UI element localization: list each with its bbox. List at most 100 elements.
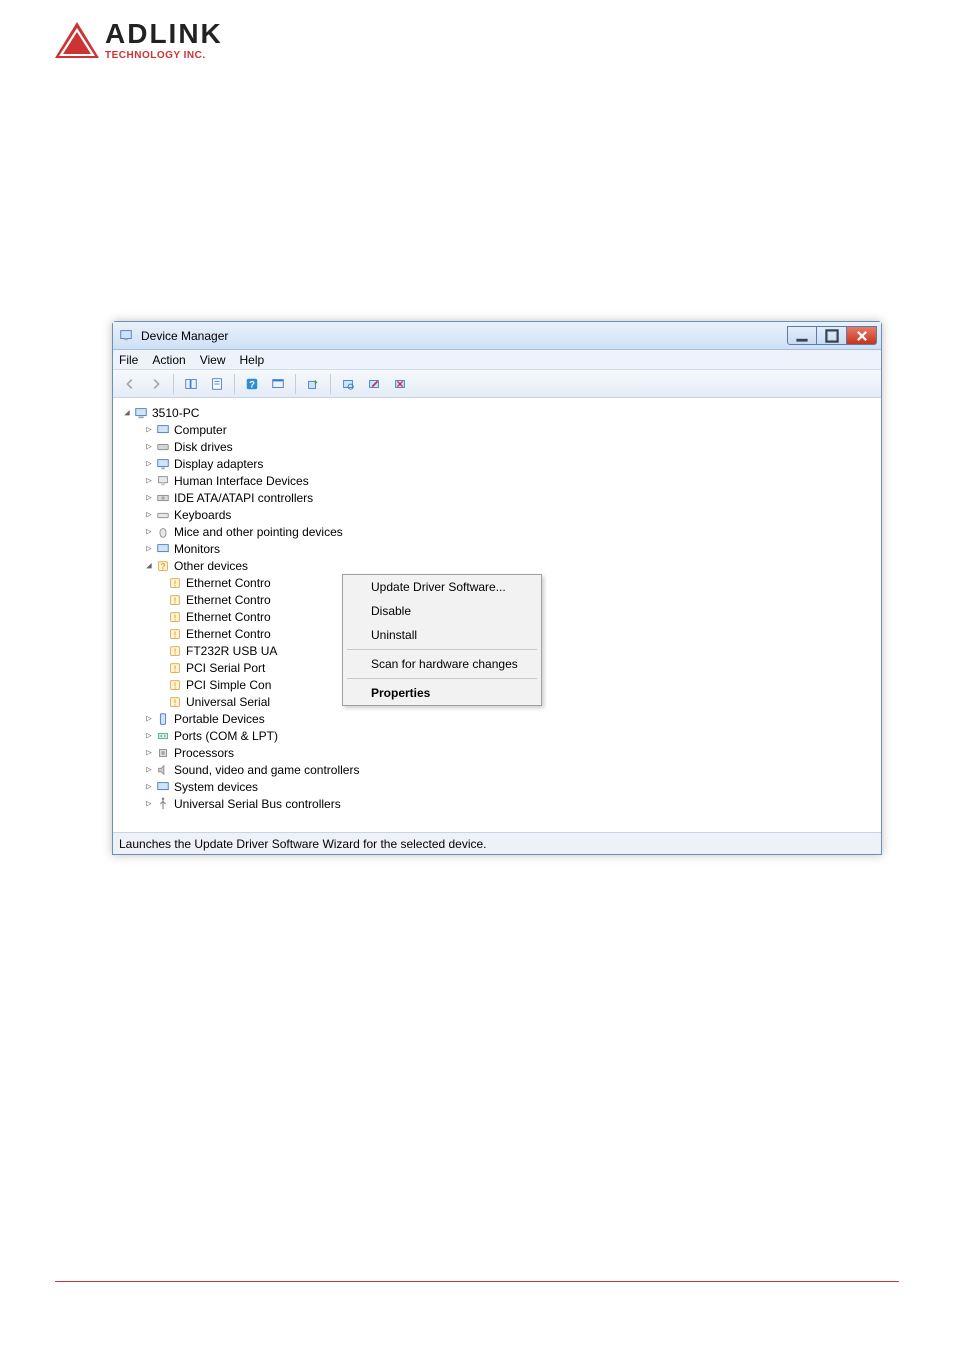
page-logo: ADLINK TECHNOLOGY INC. xyxy=(0,0,954,61)
tree-category-mice[interactable]: ▷ Mice and other pointing devices xyxy=(117,523,877,540)
tree-category-ide[interactable]: ▷ IDE ATA/ATAPI controllers xyxy=(117,489,877,506)
toolbar-separator xyxy=(234,374,235,394)
context-menu: Update Driver Software... Disable Uninst… xyxy=(342,574,542,706)
expand-icon[interactable]: ▷ xyxy=(143,510,155,520)
tree-category-portable[interactable]: ▷ Portable Devices xyxy=(117,710,877,727)
svg-text:!: ! xyxy=(174,647,177,656)
processor-icon xyxy=(155,745,171,761)
sound-icon xyxy=(155,762,171,778)
logo-subtitle: TECHNOLOGY INC. xyxy=(105,50,223,61)
menu-view[interactable]: View xyxy=(200,353,226,367)
uninstall-button[interactable] xyxy=(389,373,411,395)
toolbar-separator xyxy=(295,374,296,394)
page-footer-rule xyxy=(55,1281,899,1282)
tree-category-hid[interactable]: ▷ Human Interface Devices xyxy=(117,472,877,489)
tree-category-sound[interactable]: ▷ Sound, video and game controllers xyxy=(117,761,877,778)
svg-text:?: ? xyxy=(160,561,165,571)
help-button[interactable]: ? xyxy=(241,373,263,395)
unknown-device-icon: ! xyxy=(167,575,183,591)
expand-icon[interactable]: ◢ xyxy=(121,408,133,418)
expand-icon[interactable]: ▷ xyxy=(143,731,155,741)
expand-icon[interactable]: ▷ xyxy=(143,459,155,469)
menu-disable[interactable]: Disable xyxy=(343,599,541,623)
expand-icon[interactable]: ▷ xyxy=(143,799,155,809)
window-title: Device Manager xyxy=(141,329,787,343)
tree-category-monitors[interactable]: ▷ Monitors xyxy=(117,540,877,557)
ide-icon xyxy=(155,490,171,506)
unknown-device-icon: ! xyxy=(167,677,183,693)
unknown-device-icon: ! xyxy=(167,694,183,710)
logo-title: ADLINK xyxy=(105,18,223,50)
usb-icon xyxy=(155,796,171,812)
expand-icon[interactable]: ▷ xyxy=(143,442,155,452)
menu-uninstall[interactable]: Uninstall xyxy=(343,623,541,647)
tree-category-keyboards[interactable]: ▷ Keyboards xyxy=(117,506,877,523)
mouse-icon xyxy=(155,524,171,540)
tree-category-ports[interactable]: ▷ Ports (COM & LPT) xyxy=(117,727,877,744)
device-manager-window: Device Manager File Action View Help ? xyxy=(112,321,882,855)
forward-button[interactable] xyxy=(145,373,167,395)
scan-hardware-button[interactable] xyxy=(337,373,359,395)
hid-icon xyxy=(155,473,171,489)
device-tree[interactable]: ◢ 3510-PC ▷ Computer ▷ Disk drives ▷ Dis… xyxy=(113,398,881,832)
unknown-device-icon: ! xyxy=(167,660,183,676)
expand-icon[interactable]: ▷ xyxy=(143,782,155,792)
close-button[interactable] xyxy=(847,326,877,345)
expand-icon[interactable]: ▷ xyxy=(143,544,155,554)
toolbar-separator xyxy=(330,374,331,394)
svg-text:?: ? xyxy=(249,379,255,390)
minimize-button[interactable] xyxy=(787,326,817,345)
maximize-button[interactable] xyxy=(817,326,847,345)
menu-action[interactable]: Action xyxy=(152,353,185,367)
unknown-device-icon: ! xyxy=(167,592,183,608)
expand-icon[interactable]: ▷ xyxy=(143,765,155,775)
expand-icon[interactable]: ▷ xyxy=(143,493,155,503)
status-text: Launches the Update Driver Software Wiza… xyxy=(119,837,487,851)
menu-help[interactable]: Help xyxy=(240,353,265,367)
tree-category-usb[interactable]: ▷ Universal Serial Bus controllers xyxy=(117,795,877,812)
display-icon xyxy=(155,456,171,472)
menu-separator xyxy=(347,649,537,650)
menu-properties[interactable]: Properties xyxy=(343,681,541,705)
unknown-device-icon: ! xyxy=(167,643,183,659)
portable-icon xyxy=(155,711,171,727)
tree-category-other[interactable]: ◢ ? Other devices xyxy=(117,557,877,574)
menu-update-driver[interactable]: Update Driver Software... xyxy=(343,575,541,599)
tree-category-processors[interactable]: ▷ Processors xyxy=(117,744,877,761)
update-driver-button[interactable] xyxy=(302,373,324,395)
other-devices-icon: ? xyxy=(155,558,171,574)
tree-category-system[interactable]: ▷ System devices xyxy=(117,778,877,795)
menu-scan-hardware[interactable]: Scan for hardware changes xyxy=(343,652,541,676)
expand-icon[interactable]: ▷ xyxy=(143,527,155,537)
keyboard-icon xyxy=(155,507,171,523)
tree-category-display[interactable]: ▷ Display adapters xyxy=(117,455,877,472)
properties-button[interactable] xyxy=(206,373,228,395)
unknown-device-icon: ! xyxy=(167,609,183,625)
collapse-icon[interactable]: ◢ xyxy=(143,561,155,571)
tree-root[interactable]: ◢ 3510-PC xyxy=(117,404,877,421)
svg-text:!: ! xyxy=(174,664,177,673)
titlebar[interactable]: Device Manager xyxy=(113,322,881,350)
computer-icon xyxy=(133,405,149,421)
logo-icon xyxy=(55,22,99,58)
view-button[interactable] xyxy=(267,373,289,395)
app-icon xyxy=(119,328,135,344)
monitor-icon xyxy=(155,541,171,557)
toolbar-separator xyxy=(173,374,174,394)
back-button[interactable] xyxy=(119,373,141,395)
tree-category-computer[interactable]: ▷ Computer xyxy=(117,421,877,438)
svg-text:!: ! xyxy=(174,613,177,622)
menu-file[interactable]: File xyxy=(119,353,138,367)
unknown-device-icon: ! xyxy=(167,626,183,642)
disk-icon xyxy=(155,439,171,455)
svg-text:!: ! xyxy=(174,681,177,690)
show-hide-console-button[interactable] xyxy=(180,373,202,395)
expand-icon[interactable]: ▷ xyxy=(143,748,155,758)
toolbar: ? xyxy=(113,370,881,398)
tree-category-disk[interactable]: ▷ Disk drives xyxy=(117,438,877,455)
expand-icon[interactable]: ▷ xyxy=(143,425,155,435)
expand-icon[interactable]: ▷ xyxy=(143,476,155,486)
disable-button[interactable] xyxy=(363,373,385,395)
expand-icon[interactable]: ▷ xyxy=(143,714,155,724)
svg-text:!: ! xyxy=(174,596,177,605)
